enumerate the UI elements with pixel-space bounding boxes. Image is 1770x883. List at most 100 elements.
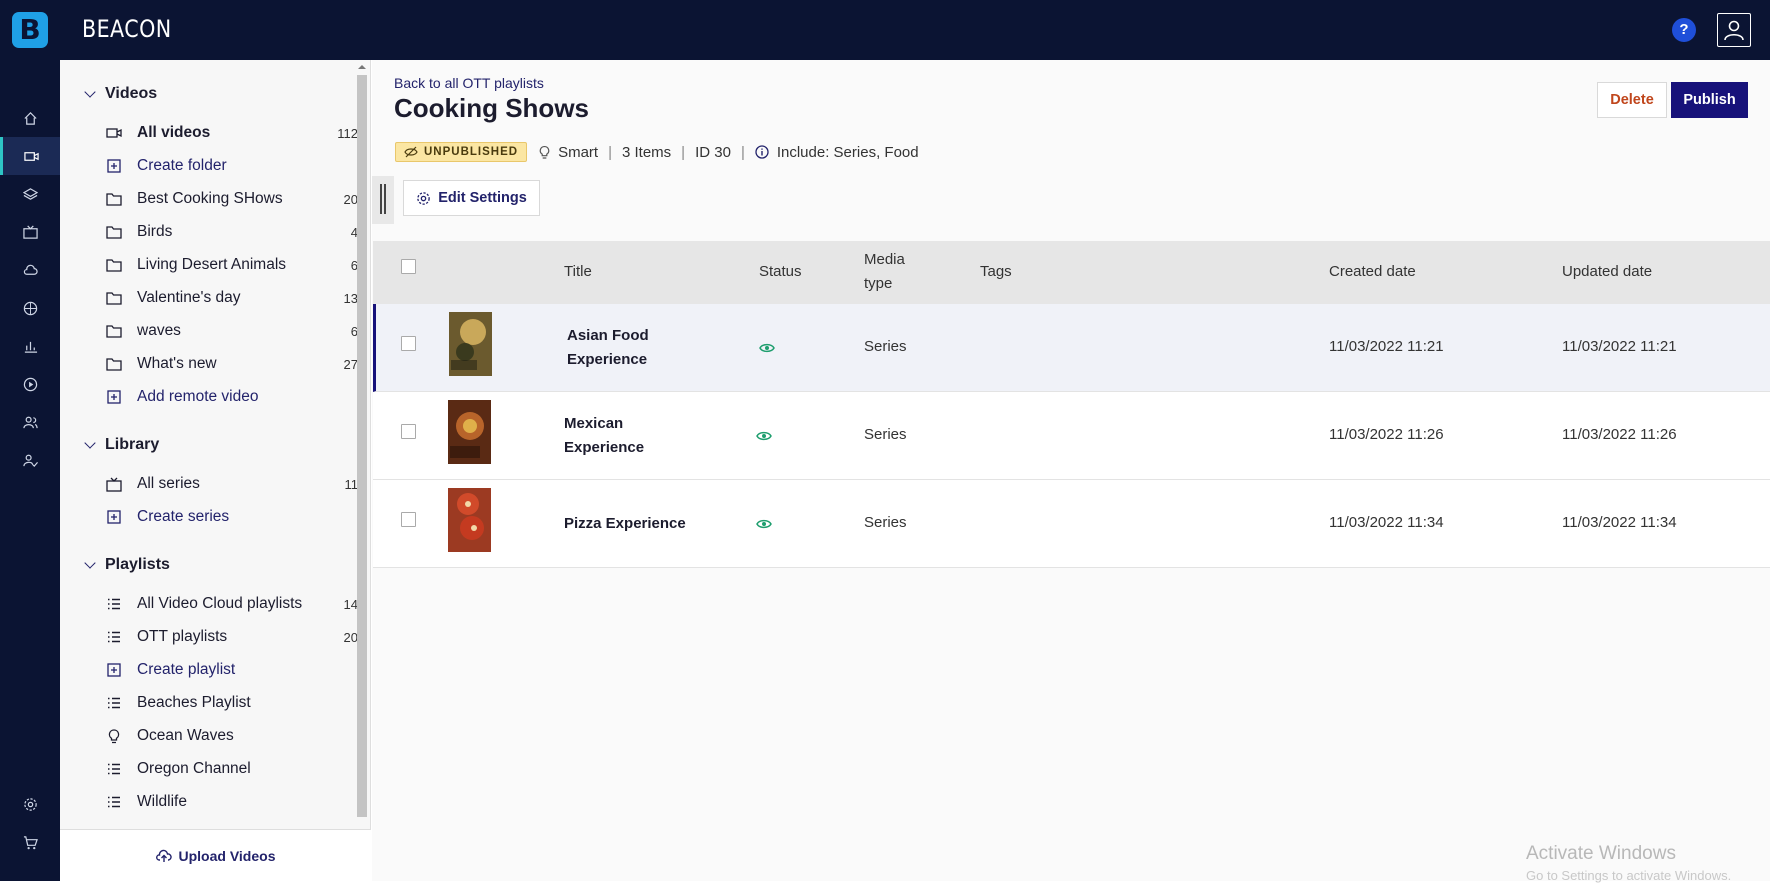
back-to-ott-playlists-link[interactable]: Back to all OTT playlists: [394, 75, 544, 91]
delete-button[interactable]: Delete: [1597, 82, 1667, 118]
plus-square-icon: [106, 389, 122, 405]
sidebar-item-add-remote-video[interactable]: Add remote video: [106, 383, 358, 411]
sidebar-item-label: All videos: [137, 124, 211, 141]
column-media-type[interactable]: Media: [864, 251, 905, 268]
row-title[interactable]: Asian Food Experience: [567, 324, 717, 372]
status-badge-label: UNPUBLISHED: [424, 146, 519, 158]
brand-name: BEACON: [82, 15, 172, 43]
globe-icon: [23, 301, 37, 315]
sidebar-item-playlist[interactable]: Wildlife: [106, 788, 358, 816]
row-title[interactable]: Mexican Experience: [564, 412, 714, 460]
rail-home[interactable]: [0, 99, 60, 137]
sidebar-item-all-vc-playlists[interactable]: All Video Cloud playlists 14: [106, 590, 358, 618]
sidebar-item-label: Beaches Playlist: [137, 694, 251, 711]
video-thumbnail[interactable]: [448, 400, 491, 464]
item-count: 112: [337, 125, 358, 141]
icon-rail: [0, 60, 60, 881]
info-icon: [755, 145, 769, 159]
tv-icon: [106, 476, 122, 492]
rail-tv[interactable]: [0, 213, 60, 251]
list-icon: [106, 695, 122, 711]
row-created-date: 11/03/2022 11:26: [1329, 426, 1444, 443]
sidebar-item-ott-playlists[interactable]: OTT playlists 20: [106, 623, 358, 651]
sidebar-item-label: Create playlist: [137, 661, 236, 678]
beacon-logo[interactable]: B: [12, 12, 48, 48]
column-tags[interactable]: Tags: [980, 263, 1012, 280]
row-media-type: Series: [864, 338, 907, 355]
rail-cloud[interactable]: [0, 251, 60, 289]
rail-cart[interactable]: [0, 823, 60, 861]
table-row[interactable]: Asian Food Experience Series 11/03/2022 1…: [373, 304, 1770, 392]
sidebar-item-create-series[interactable]: Create series: [106, 503, 358, 531]
section-videos-title: Videos: [105, 85, 158, 102]
row-checkbox[interactable]: [401, 424, 416, 439]
user-menu-button[interactable]: [1717, 13, 1751, 47]
row-media-type: Series: [864, 514, 907, 531]
sidebar-item-folder[interactable]: Birds 4: [106, 218, 358, 246]
rail-users[interactable]: [0, 403, 60, 441]
row-media-type: Series: [864, 426, 907, 443]
column-created-date[interactable]: Created date: [1329, 263, 1416, 280]
row-checkbox[interactable]: [401, 336, 416, 351]
sidebar-item-create-folder[interactable]: Create folder: [106, 152, 358, 180]
folder-icon: [106, 356, 122, 372]
bulb-icon: [539, 145, 550, 160]
section-library-toggle[interactable]: Library: [84, 436, 160, 454]
sidebar-item-label: Best Cooking SHows: [137, 190, 283, 207]
select-all-checkbox[interactable]: [401, 259, 416, 274]
sidebar-item-folder[interactable]: Living Desert Animals 6: [106, 251, 358, 279]
section-playlists-toggle[interactable]: Playlists: [84, 556, 170, 574]
row-title[interactable]: Pizza Experience: [564, 512, 724, 536]
sidebar-item-folder[interactable]: Valentine's day 13: [106, 284, 358, 312]
section-videos-toggle[interactable]: Videos: [84, 85, 158, 103]
sidebar-item-label: Add remote video: [137, 388, 259, 405]
edit-settings-button[interactable]: Edit Settings: [403, 180, 540, 216]
column-title[interactable]: Title: [564, 263, 592, 280]
column-updated-date[interactable]: Updated date: [1562, 263, 1652, 280]
sidebar-item-playlist[interactable]: Beaches Playlist: [106, 689, 358, 717]
row-updated-date: 11/03/2022 11:34: [1562, 514, 1677, 531]
rail-analytics[interactable]: [0, 327, 60, 365]
table-row[interactable]: Pizza Experience Series 11/03/2022 11:34…: [373, 480, 1770, 568]
sidebar-item-playlist[interactable]: Ocean Waves: [106, 722, 358, 750]
sidebar-item-label: OTT playlists: [137, 628, 228, 645]
video-thumbnail[interactable]: [449, 312, 492, 376]
sidebar-item-folder[interactable]: What's new 27: [106, 350, 358, 378]
folder-icon: [106, 191, 122, 207]
sidebar-item-folder[interactable]: Best Cooking SHows 20: [106, 185, 358, 213]
rail-layers[interactable]: [0, 175, 60, 213]
row-checkbox[interactable]: [401, 512, 416, 527]
upload-videos-button[interactable]: Upload Videos: [60, 829, 371, 881]
rail-user-check[interactable]: [0, 441, 60, 479]
row-created-date: 11/03/2022 11:34: [1329, 514, 1444, 531]
sidebar-scroll-thumb[interactable]: [357, 75, 367, 817]
table-row[interactable]: Mexican Experience Series 11/03/2022 11:2…: [373, 392, 1770, 480]
settings-icon: [23, 797, 37, 811]
rail-videos[interactable]: [0, 137, 60, 175]
sidebar-item-create-playlist[interactable]: Create playlist: [106, 656, 358, 684]
cloud-icon: [23, 264, 38, 275]
video-thumbnail[interactable]: [448, 488, 491, 552]
chevron-down-icon: [84, 86, 96, 98]
page-title: Cooking Shows: [394, 93, 589, 123]
video-icon: [106, 125, 122, 141]
scroll-up-icon: [358, 65, 366, 69]
help-button[interactable]: ?: [1672, 18, 1696, 42]
rail-globe[interactable]: [0, 289, 60, 327]
rail-play[interactable]: [0, 365, 60, 403]
rail-settings[interactable]: [0, 785, 60, 823]
folder-icon: [106, 257, 122, 273]
users-icon: [22, 416, 38, 428]
plus-square-icon: [106, 509, 122, 525]
sidebar: Videos All videos 112 Create folder Best …: [60, 60, 371, 881]
sidebar-item-all-videos[interactable]: All videos 112: [106, 119, 358, 147]
sidebar-item-folder[interactable]: waves 6: [106, 317, 358, 345]
section-library-title: Library: [105, 436, 160, 453]
publish-button[interactable]: Publish: [1671, 82, 1748, 118]
sidebar-item-all-series[interactable]: All series 11: [106, 470, 358, 498]
column-status[interactable]: Status: [759, 263, 802, 280]
playlist-type: Smart: [558, 143, 599, 161]
chevron-down-icon: [84, 557, 96, 569]
panel-drag-handle[interactable]: [372, 176, 394, 224]
sidebar-item-playlist[interactable]: Oregon Channel: [106, 755, 358, 783]
